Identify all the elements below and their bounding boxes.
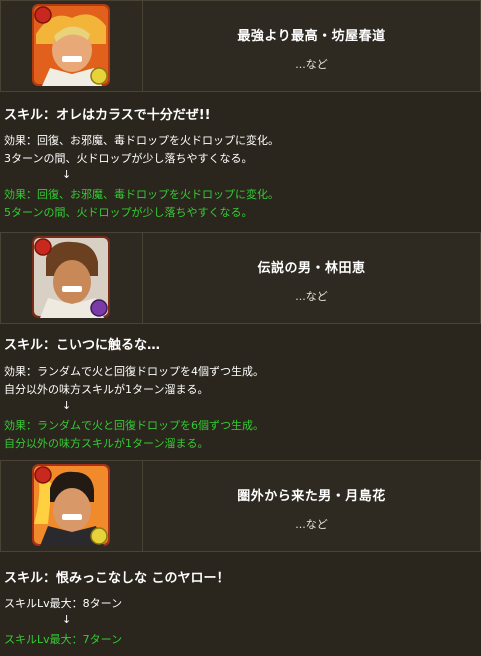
light-orb-icon <box>90 67 108 85</box>
character-name: 伝説の男・林田恵 <box>257 261 366 276</box>
fire-orb-icon <box>34 6 52 24</box>
dark-orb-icon <box>90 299 108 317</box>
skill-after-line: スキルLv最大：7ターン <box>4 633 123 646</box>
character-portrait[interactable] <box>32 4 110 86</box>
fire-orb-icon <box>34 238 52 256</box>
character-card: 圏外から来た男・月島花 ...など <box>0 460 481 552</box>
skill-before-line: 自分以外の味方スキルが1ターン溜まる。 <box>4 383 209 396</box>
skill-title: スキル：こいつに触るな… <box>4 338 161 353</box>
down-arrow-icon: ↓ <box>62 399 72 412</box>
character-portrait[interactable] <box>32 236 110 318</box>
skill-after-line: 5ターンの間、火ドロップが少し落ちやすくなる。 <box>4 206 253 219</box>
skill-before-line: 3ターンの間、火ドロップが少し落ちやすくなる。 <box>4 152 253 165</box>
character-icon-cell <box>1 233 143 323</box>
down-arrow-icon: ↓ <box>62 168 72 181</box>
character-info: 圏外から来た男・月島花 ...など <box>143 461 480 551</box>
character-etc: ...など <box>295 290 328 303</box>
light-orb-icon <box>90 527 108 545</box>
skill-before-line: 効果：ランダムで火と回復ドロップを4個ずつ生成。 <box>4 365 264 378</box>
character-name: 圏外から来た男・月島花 <box>237 489 386 504</box>
skill-upgrade-list: 最強より最高・坊屋春道 ...など スキル：オレはカラスで十分だぜ!! 効果：回… <box>0 0 481 656</box>
skill-title: スキル：恨みっこなしな このヤロー！ <box>4 571 230 586</box>
down-arrow-icon: ↓ <box>62 613 72 626</box>
character-icon-cell <box>1 1 143 91</box>
skill-before-line: 効果：回復、お邪魔、毒ドロップを火ドロップに変化。 <box>4 134 279 147</box>
character-card: 伝説の男・林田恵 ...など <box>0 232 481 324</box>
skill-title: スキル：オレはカラスで十分だぜ!! <box>4 108 211 123</box>
character-portrait[interactable] <box>32 464 110 546</box>
skill-after-line: 効果：回復、お邪魔、毒ドロップを火ドロップに変化。 <box>4 188 279 201</box>
skill-after-line: 自分以外の味方スキルが1ターン溜まる。 <box>4 437 209 450</box>
character-etc: ...など <box>295 518 328 531</box>
character-info: 伝説の男・林田恵 ...など <box>143 233 480 323</box>
skill-after-line: 効果：ランダムで火と回復ドロップを6個ずつ生成。 <box>4 419 264 432</box>
character-icon-cell <box>1 461 143 551</box>
character-info: 最強より最高・坊屋春道 ...など <box>143 1 480 91</box>
character-card: 最強より最高・坊屋春道 ...など <box>0 0 481 92</box>
skill-before-line: スキルLv最大：8ターン <box>4 597 123 610</box>
fire-orb-icon <box>34 466 52 484</box>
character-etc: ...など <box>295 58 328 71</box>
character-name: 最強より最高・坊屋春道 <box>237 29 386 44</box>
